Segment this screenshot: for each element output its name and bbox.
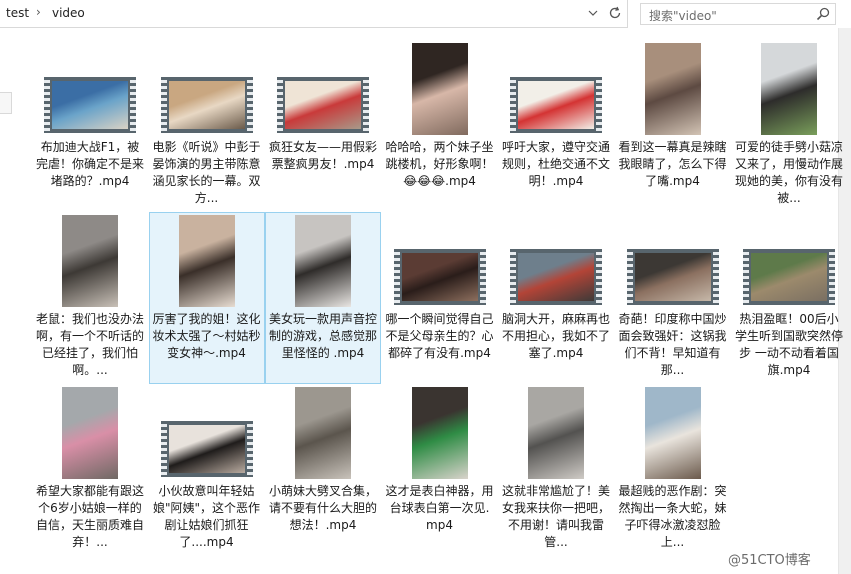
file-name: 这就非常尴尬了！美女我来扶你一把吧，不用谢！请叫我雷管... — [502, 484, 610, 549]
file-item[interactable]: 希望大家都能有跟这个6岁小姑娘一样的自信，天生丽质难自弃！... — [32, 384, 148, 556]
file-name: 脑洞大开，麻麻再也不用担心，我如不了塞了.mp4 — [502, 312, 610, 360]
file-item[interactable]: 这才是表白神器，用台球表白第一次见.mp4 — [382, 384, 498, 556]
file-name: 美女玩一款用声音控制的游戏，总感觉那里怪怪的 .mp4 — [269, 312, 377, 360]
breadcrumb-video[interactable]: video — [52, 6, 85, 20]
file-item[interactable]: 这就非常尴尬了！美女我来扶你一把吧，不用谢！请叫我雷管... — [498, 384, 614, 556]
video-thumbnail — [62, 387, 118, 479]
file-item[interactable]: 美女玩一款用声音控制的游戏，总感觉那里怪怪的 .mp4 — [265, 212, 381, 384]
thumbnail-image — [411, 387, 468, 479]
video-thumbnail — [761, 43, 817, 135]
navigation-pane-edge[interactable] — [0, 92, 12, 114]
thumbnail-image — [295, 387, 351, 479]
file-name: 奇葩！印度称中国炒面会致强奸：这锅我们不背！早知道有那... — [618, 312, 727, 377]
file-grid: 布加迪大战F1，被完虐！你确定不是来堵路的？.mp4 电影《听说》中彭于晏饰演的男… — [32, 40, 843, 574]
breadcrumb-test[interactable]: test — [6, 6, 29, 20]
thumbnail-image — [528, 387, 584, 479]
file-name: 哈哈哈，两个妹子坐跳楼机，好形象啊！😂😂😂.mp4 — [385, 140, 494, 188]
file-item[interactable]: 呼吁大家，遵守交通规则，杜绝交通不文明！.mp4 — [498, 40, 614, 212]
file-item[interactable]: 布加迪大战F1，被完虐！你确定不是来堵路的？.mp4 — [32, 40, 148, 212]
file-name: 小萌妹大劈叉合集，请不要有什么大胆的想法！.mp4 — [269, 484, 377, 532]
file-name: 厉害了我的姐！这化妆术太强了～村姑秒变女神～.mp4 — [152, 312, 261, 360]
video-thumbnail — [528, 387, 584, 479]
file-name: 哪一个瞬间觉得自己不是父母亲生的？心都碎了有没有.mp4 — [385, 312, 494, 360]
file-item[interactable]: 小伙故意叫年轻姑娘"阿姨"，这个恶作剧让姑娘们抓狂了....mp4 — [149, 384, 265, 556]
thumbnail-image — [644, 43, 701, 135]
video-thumbnail — [743, 249, 835, 305]
watermark: @51CTO博客 — [728, 553, 811, 568]
search-input[interactable]: 搜索"video" — [649, 7, 717, 24]
file-item[interactable]: 厉害了我的姐！这化妆术太强了～村姑秒变女神～.mp4 — [148, 212, 265, 384]
video-thumbnail — [295, 387, 351, 479]
file-item[interactable]: 哈哈哈，两个妹子坐跳楼机，好形象啊！😂😂😂.mp4 — [382, 40, 498, 212]
search-box[interactable]: 搜索"video" — [640, 3, 836, 25]
video-thumbnail — [62, 215, 118, 307]
search-icon[interactable] — [815, 6, 831, 22]
file-item[interactable]: 热泪盈眶！00后小学生听到国歌突然停步 一动不动看着国旗.mp4 — [731, 212, 847, 384]
video-thumbnail — [277, 77, 369, 133]
thumbnail-image — [285, 81, 361, 129]
video-thumbnail — [510, 77, 602, 133]
file-item[interactable]: 哪一个瞬间觉得自己不是父母亲生的？心都碎了有没有.mp4 — [382, 212, 498, 384]
video-thumbnail — [160, 77, 253, 133]
thumbnail-image — [518, 81, 594, 129]
chevron-down-icon[interactable] — [585, 4, 601, 22]
file-name: 疯狂女友——用假彩票整疯男友！.mp4 — [269, 140, 377, 171]
video-thumbnail — [295, 215, 351, 307]
video-thumbnail — [411, 43, 468, 135]
thumbnail-image — [168, 81, 245, 129]
thumbnail-image — [295, 215, 351, 307]
video-thumbnail — [411, 387, 468, 479]
file-name: 热泪盈眶！00后小学生听到国歌突然停步 一动不动看着国旗.mp4 — [735, 312, 843, 377]
thumbnail-image — [62, 215, 118, 307]
thumbnail-image — [62, 387, 118, 479]
thumbnail-image — [411, 43, 468, 135]
thumbnail-image — [401, 253, 478, 301]
video-thumbnail — [626, 249, 719, 305]
thumbnail-image — [751, 253, 827, 301]
video-thumbnail — [644, 387, 701, 479]
breadcrumb-separator: › — [36, 5, 41, 19]
video-thumbnail — [644, 43, 701, 135]
file-name: 老鼠：我们也没办法啊，有一个不听话的已经挂了，我们怕啊。... — [36, 312, 144, 377]
file-item[interactable]: 小萌妹大劈叉合集，请不要有什么大胆的想法！.mp4 — [265, 384, 381, 556]
video-thumbnail — [160, 421, 253, 477]
address-bar[interactable]: test › video — [0, 0, 628, 28]
file-item[interactable]: 脑洞大开，麻麻再也不用担心，我如不了塞了.mp4 — [498, 212, 614, 384]
refresh-icon[interactable] — [605, 3, 625, 23]
video-thumbnail — [510, 249, 602, 305]
file-item[interactable]: 疯狂女友——用假彩票整疯男友！.mp4 — [265, 40, 381, 212]
thumbnail-image — [644, 387, 701, 479]
file-item[interactable]: 可爱的徒手劈小菇凉又来了，用慢动作展现她的美，你有没有被... — [731, 40, 847, 212]
file-item[interactable]: 奇葩！印度称中国炒面会致强奸：这锅我们不背！早知道有那... — [615, 212, 731, 384]
file-name: 小伙故意叫年轻姑娘"阿姨"，这个恶作剧让姑娘们抓狂了....mp4 — [152, 484, 261, 549]
thumbnail-image — [761, 43, 817, 135]
file-name: 布加迪大战F1，被完虐！你确定不是来堵路的？.mp4 — [36, 140, 144, 188]
file-name: 看到这一幕真是辣瞎我眼睛了，怎么下得了嘴.mp4 — [618, 140, 727, 188]
video-thumbnail — [178, 215, 235, 307]
thumbnail-image — [518, 253, 594, 301]
file-name: 希望大家都能有跟这个6岁小姑娘一样的自信，天生丽质难自弃！... — [36, 484, 144, 549]
thumbnail-image — [634, 253, 711, 301]
file-name: 可爱的徒手劈小菇凉又来了，用慢动作展现她的美，你有没有被... — [735, 140, 843, 205]
video-thumbnail — [393, 249, 486, 305]
file-name: 呼吁大家，遵守交通规则，杜绝交通不文明！.mp4 — [502, 140, 610, 188]
file-item[interactable]: 老鼠：我们也没办法啊，有一个不听话的已经挂了，我们怕啊。... — [32, 212, 148, 384]
thumbnail-image — [52, 81, 128, 129]
file-name: 电影《听说》中彭于晏饰演的男主带陈意涵见家长的一幕。双方... — [152, 140, 261, 205]
video-thumbnail — [44, 77, 136, 133]
thumbnail-image — [178, 215, 235, 307]
file-item[interactable]: 电影《听说》中彭于晏饰演的男主带陈意涵见家长的一幕。双方... — [149, 40, 265, 212]
file-name: 这才是表白神器，用台球表白第一次见.mp4 — [385, 484, 494, 532]
file-item[interactable]: 最超贱的恶作剧：突然掏出一条大蛇，妹子吓得冰激凌怼脸上... — [615, 384, 731, 556]
thumbnail-image — [168, 425, 245, 473]
file-name: 最超贱的恶作剧：突然掏出一条大蛇，妹子吓得冰激凌怼脸上... — [618, 484, 727, 549]
file-item[interactable]: 看到这一幕真是辣瞎我眼睛了，怎么下得了嘴.mp4 — [615, 40, 731, 212]
